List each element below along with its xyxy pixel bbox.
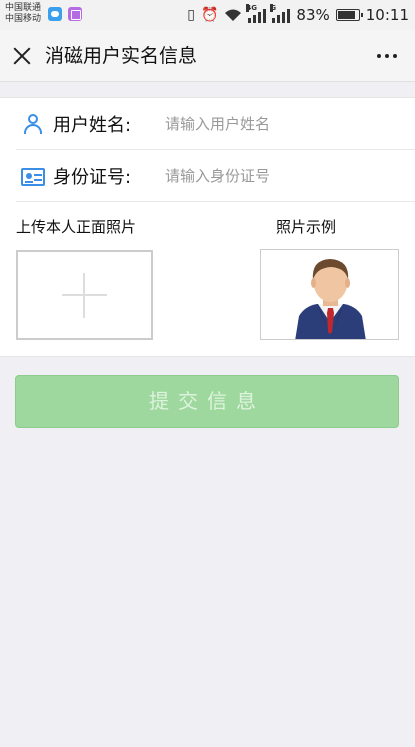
name-input[interactable] <box>165 108 395 139</box>
signal-bars-icon-2: G <box>270 4 291 23</box>
id-label: 身份证号: <box>53 166 132 188</box>
avatar-sample-image <box>295 259 366 339</box>
user-icon <box>21 112 45 136</box>
close-icon[interactable] <box>10 44 34 68</box>
submit-button[interactable]: 提交信息 <box>15 375 399 428</box>
gallery-app-icon <box>68 7 82 21</box>
form-panel: 用户姓名: 身份证号: 上传本人正面照片 照片示例 <box>0 97 415 357</box>
battery-icon <box>335 9 363 21</box>
carrier-2: 中国移动 <box>5 14 42 24</box>
carrier-1: 中国联通 <box>5 3 42 13</box>
message-app-icon <box>48 7 62 21</box>
page-title: 消磁用户实名信息 <box>45 45 198 67</box>
name-label: 用户姓名: <box>53 114 132 136</box>
upload-label: 上传本人正面照片 <box>16 218 137 236</box>
wifi-icon <box>225 9 242 21</box>
status-bar: 中国联通 中国移动 ▯ ⏰ 4G G 83% 10:11 <box>0 0 415 30</box>
name-row: 用户姓名: <box>16 98 415 150</box>
clock: 10:11 <box>365 6 409 24</box>
nav-bar: 消磁用户实名信息 <box>0 30 415 82</box>
signal-bars-icon-1: 4G <box>246 4 267 23</box>
network-tag-2: G <box>270 4 277 12</box>
id-row: 身份证号: <box>16 150 415 202</box>
network-tag: 4G <box>246 4 258 12</box>
more-menu-icon[interactable] <box>377 54 397 58</box>
alarm-icon: ⏰ <box>200 7 219 23</box>
id-number-input[interactable] <box>165 160 395 191</box>
photo-upload-button[interactable] <box>16 250 153 340</box>
sample-label: 照片示例 <box>276 218 337 236</box>
carrier-info: 中国联通 中国移动 <box>5 3 41 25</box>
id-card-icon <box>21 167 45 186</box>
sample-photo <box>260 249 399 340</box>
vibrate-icon: ▯ <box>187 7 195 23</box>
battery-percent: 83% <box>296 6 330 24</box>
